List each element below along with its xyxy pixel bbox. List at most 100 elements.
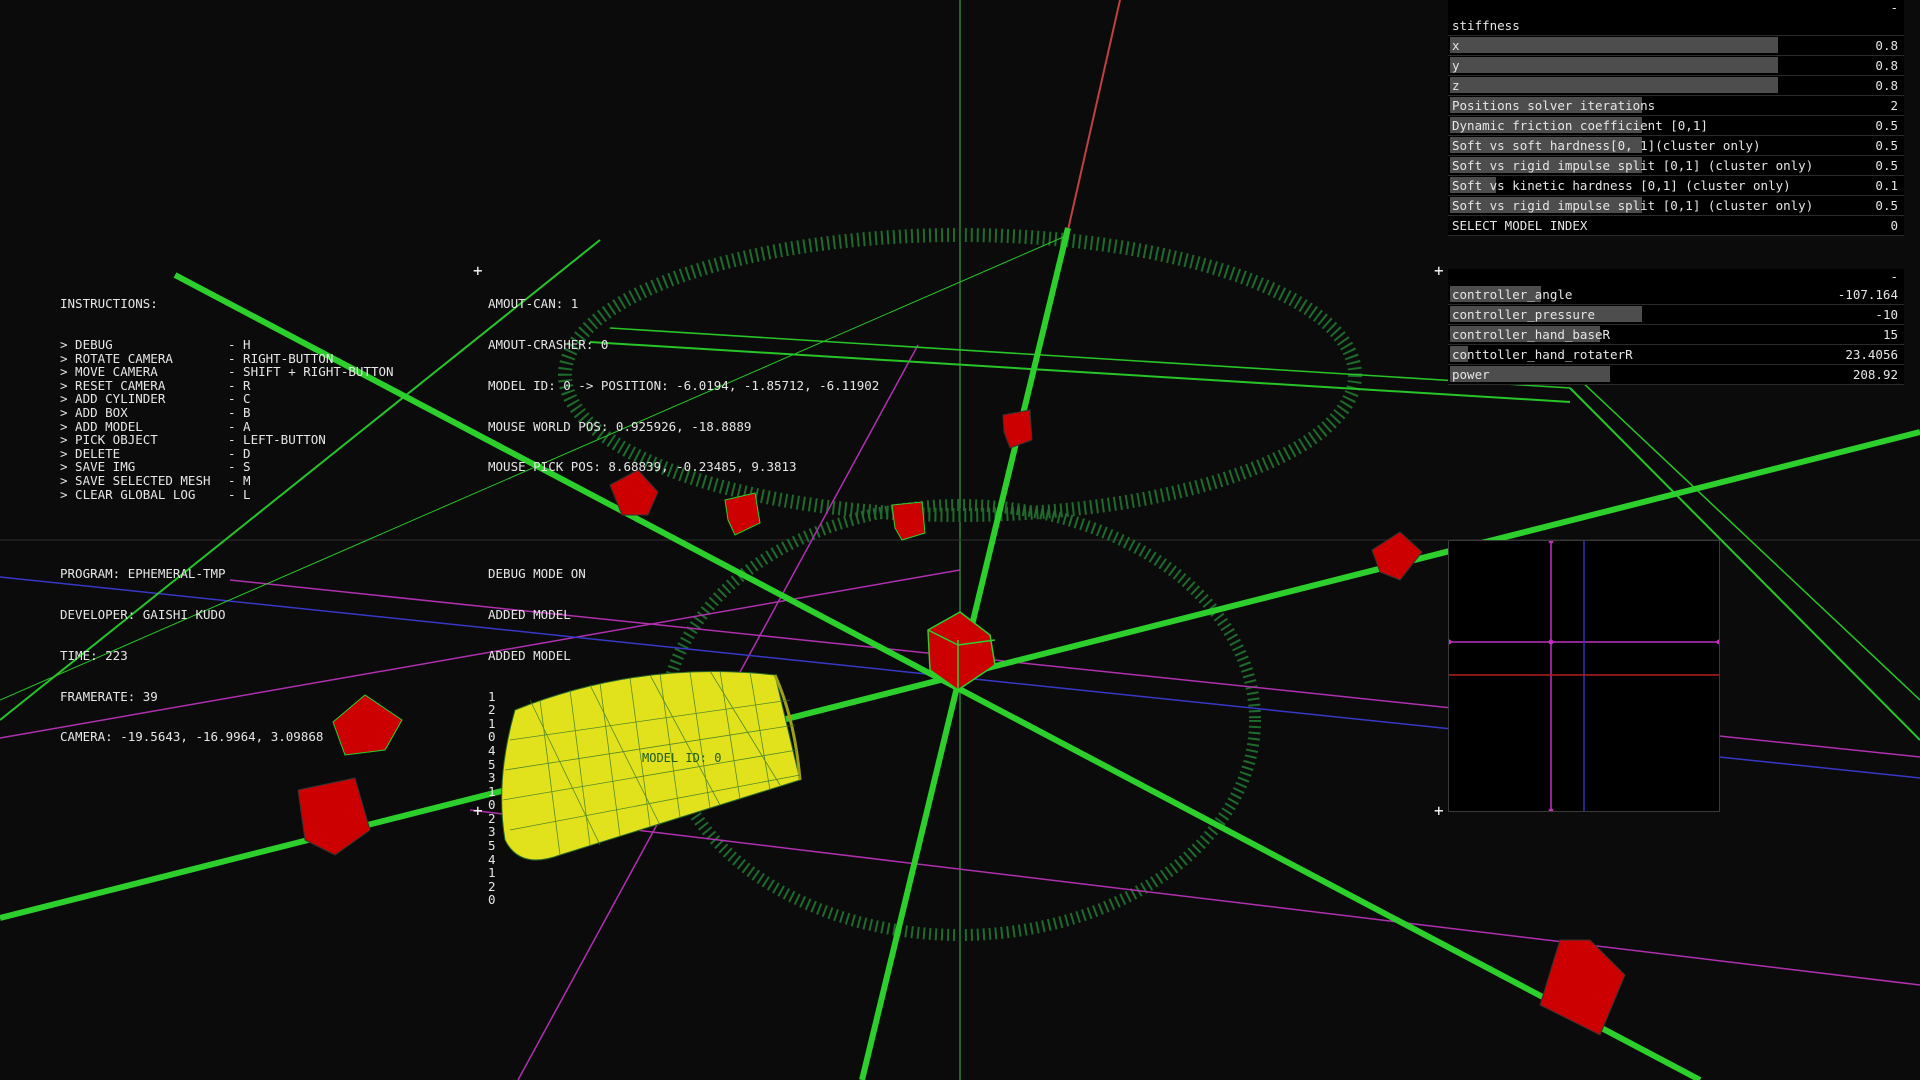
slider-value: -10 — [1875, 307, 1898, 322]
mouse-pick-pos-text: MOUSE PICK POS: 8.68839, -0.23485, 9.381… — [488, 459, 797, 475]
slider-fill — [1450, 57, 1779, 73]
slider-row[interactable]: x 0.8 — [1448, 36, 1904, 56]
log-number: 2 — [488, 702, 496, 718]
instruction-label: > CLEAR GLOBAL LOG — [60, 486, 196, 502]
physics-params-panel: - stiffness x 0.8 y 0.8 z 0.8 Positions solver… — [1448, 0, 1904, 236]
instruction-key: - B — [228, 404, 251, 420]
stats-panel: AMOUT-CAN: 1 AMOUT-CRASHER: 0 MODEL ID: … — [488, 270, 879, 488]
instructions-panel: INSTRUCTIONS: > DEBUG - H > ROTATE CAMERA -… — [60, 270, 394, 515]
instruction-key: - S — [228, 459, 251, 475]
crosshair-marker: + — [1434, 801, 1444, 820]
log-number: 1 — [488, 688, 496, 704]
log-number-list: 1210453102354120 — [488, 688, 586, 908]
collapse-button[interactable]: - — [1448, 269, 1904, 285]
log-number: 4 — [488, 742, 496, 758]
log-number: 1 — [488, 865, 496, 881]
instructions-list: > DEBUG - H > ROTATE CAMERA - RIGHT-BUTTON >… — [60, 338, 394, 501]
slider-value: 0.8 — [1875, 78, 1898, 93]
slider-value: 0.8 — [1875, 38, 1898, 53]
collapse-button[interactable]: - — [1448, 0, 1904, 16]
log-number: 5 — [488, 756, 496, 772]
slider-row[interactable]: z 0.8 — [1448, 76, 1904, 96]
instruction-label: > PICK OBJECT — [60, 432, 158, 448]
slider-value: 15 — [1882, 327, 1898, 342]
log-number: 2 — [488, 810, 496, 826]
slider-label: y — [1452, 58, 1460, 73]
slider-label: controller_angle — [1452, 287, 1573, 302]
slider-fill — [1450, 77, 1779, 93]
slider-row[interactable]: Dynamic friction coefficient [0,1] 0.5 — [1448, 116, 1904, 136]
developer-name: DEVELOPER: GAISHI KUDO — [60, 606, 226, 622]
instruction-row: > DELETE - D — [60, 447, 394, 461]
log-number: 3 — [488, 824, 496, 840]
log-number: 0 — [488, 729, 496, 745]
instruction-row: > ADD CYLINDER - C — [60, 392, 394, 406]
log-number: 2 — [488, 878, 496, 894]
instructions-title: INSTRUCTIONS: — [60, 296, 158, 312]
slider-label: Soft vs rigid impulse split [0,1] (clust… — [1452, 158, 1814, 173]
global-log: DEBUG MODE ON ADDED MODEL ADDED MODEL 12… — [488, 540, 586, 921]
slider-label: Positions solver iterations — [1452, 98, 1656, 113]
slider-label: controller_pressure — [1452, 307, 1595, 322]
slider-label: Soft vs soft hardness[0, 1](cluster only… — [1452, 138, 1761, 153]
instruction-row: > DEBUG - H — [60, 338, 394, 352]
crosshair-marker: + — [473, 801, 483, 820]
instruction-row: > ADD BOX - B — [60, 406, 394, 420]
instruction-key: - C — [228, 391, 251, 407]
instruction-row: > RESET CAMERA - R — [60, 379, 394, 393]
log-entry: ADDED MODEL — [488, 606, 571, 622]
slider-value: 2 — [1890, 98, 1898, 113]
cylinder-label: MODEL ID: 0 — [642, 751, 721, 765]
slider-row[interactable]: Soft vs kinetic hardness [0,1] (cluster … — [1448, 176, 1904, 196]
controller-panel: - controller_angle -107.164 controller_pre… — [1448, 269, 1904, 385]
instruction-key: - SHIFT + RIGHT-BUTTON — [228, 364, 394, 380]
camera-readout: CAMERA: -19.5643, -16.9964, 3.09868 — [60, 729, 324, 745]
slider-row[interactable]: controller_angle -107.164 — [1448, 285, 1904, 305]
slider-value: 23.4056 — [1845, 347, 1898, 362]
slider-row[interactable]: Soft vs rigid impulse split [0,1] (clust… — [1448, 196, 1904, 216]
slider-value: -107.164 — [1837, 287, 1898, 302]
log-number: 3 — [488, 770, 496, 786]
amout-crasher-text: AMOUT-CRASHER: 0 — [488, 336, 609, 352]
instruction-label: > SAVE IMG — [60, 459, 136, 475]
slider-row[interactable]: Positions solver iterations 2 — [1448, 96, 1904, 116]
slider-value: 0.5 — [1875, 158, 1898, 173]
slider-label: z — [1452, 78, 1460, 93]
log-number: 4 — [488, 851, 496, 867]
slider-row[interactable]: conttoller_hand_rotaterR 23.4056 — [1448, 345, 1904, 365]
instruction-row: > ADD MODEL - A — [60, 418, 394, 434]
instruction-row: > PICK OBJECT - LEFT-BUTTON — [60, 433, 394, 447]
slider-value: 0.5 — [1875, 138, 1898, 153]
minimap-view[interactable] — [1448, 540, 1720, 812]
slider-row[interactable]: y 0.8 — [1448, 56, 1904, 76]
framerate-readout: FRAMERATE: 39 — [60, 688, 158, 704]
log-number: 1 — [488, 783, 496, 799]
model-position-text: MODEL ID: 0 -> POSITION: -6.0194, -1.857… — [488, 377, 880, 393]
slider-row[interactable]: power 208.92 — [1448, 365, 1904, 385]
log-number: 1 — [488, 715, 496, 731]
crosshair-marker: + — [473, 261, 483, 280]
instruction-key: - H — [228, 336, 251, 352]
slider-row[interactable]: controller_hand_baseR 15 — [1448, 325, 1904, 345]
crosshair-marker: + — [1434, 261, 1444, 280]
slider-row[interactable]: Soft vs soft hardness[0, 1](cluster only… — [1448, 136, 1904, 156]
instruction-label: > ROTATE CAMERA — [60, 350, 173, 366]
slider-row[interactable]: Soft vs rigid impulse split [0,1] (clust… — [1448, 156, 1904, 176]
instruction-row: > SAVE IMG - S — [60, 460, 394, 474]
slider-label: x — [1452, 38, 1460, 53]
program-name: PROGRAM: EPHEMERAL-TMP — [60, 566, 226, 582]
instruction-label: > RESET CAMERA — [60, 377, 166, 393]
instruction-key: - L — [228, 486, 251, 502]
instruction-label: > MOVE CAMERA — [60, 364, 158, 380]
instruction-key: - M — [228, 472, 251, 488]
instruction-key: - A — [228, 418, 251, 434]
instruction-label: > ADD BOX — [60, 404, 128, 420]
instruction-row: > CLEAR GLOBAL LOG - L — [60, 486, 394, 502]
instruction-row: > ROTATE CAMERA - RIGHT-BUTTON — [60, 350, 394, 366]
slider-row[interactable]: controller_pressure -10 — [1448, 305, 1904, 325]
slider-value: 208.92 — [1852, 367, 1898, 382]
log-number: 0 — [488, 892, 496, 908]
instruction-label: > SAVE SELECTED MESH — [60, 472, 211, 488]
instruction-key: - R — [228, 377, 251, 393]
select-model-index-field[interactable]: SELECT MODEL INDEX 0 — [1448, 216, 1904, 236]
